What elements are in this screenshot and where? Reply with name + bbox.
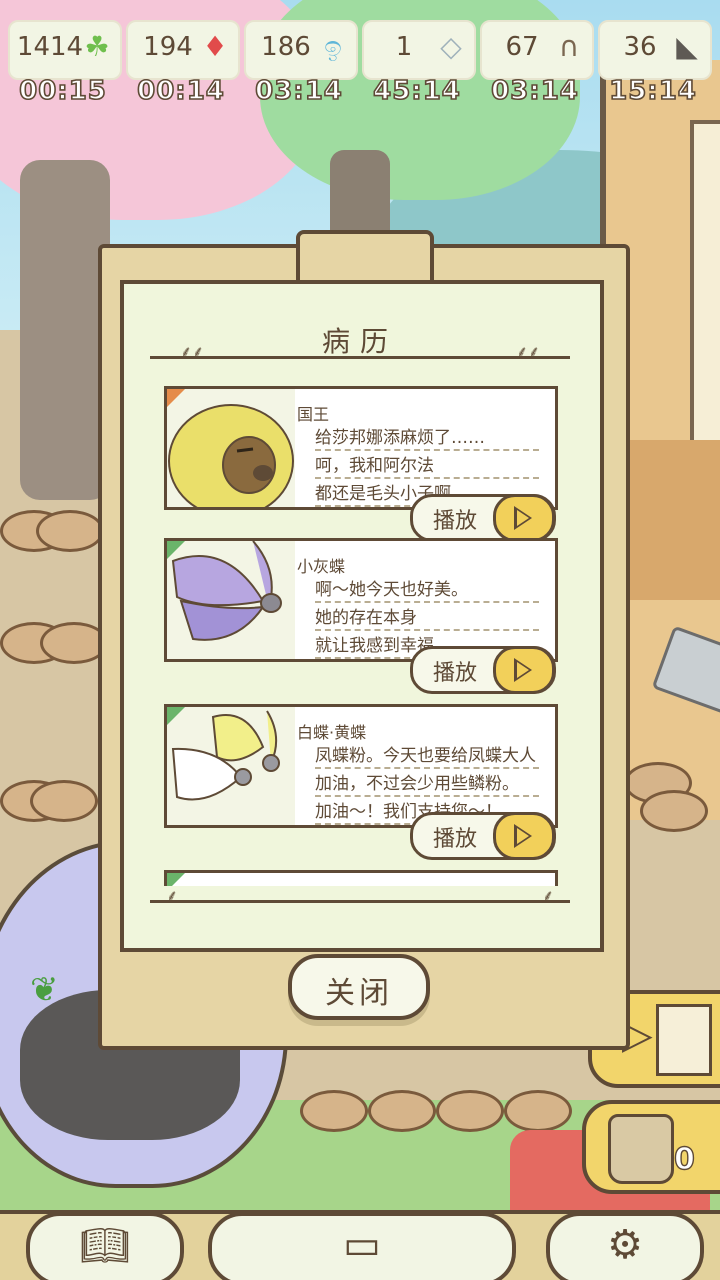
record-name: 小灰蝶 xyxy=(297,557,346,576)
sprout-icon: ⸙⸙ xyxy=(180,342,205,361)
record-card xyxy=(164,870,558,886)
record-line: 呵，我和阿尔法 xyxy=(315,453,539,479)
record-tag xyxy=(167,389,185,407)
play-icon xyxy=(493,812,555,860)
play-label: 播放 xyxy=(433,827,478,852)
play-button[interactable]: 播放 xyxy=(410,646,556,694)
play-button[interactable]: 播放 xyxy=(410,812,556,860)
records-list[interactable]: 国王 给莎邦娜添麻烦了…… 呵，我和阿尔法 都还是毛头小子啊。 播放 小灰蝶 啊… xyxy=(160,380,560,886)
close-label: 关闭 xyxy=(325,976,393,1011)
king-portrait xyxy=(167,389,295,507)
sprout-icon: ⸙⸙ xyxy=(516,342,541,361)
record-card: 国王 给莎邦娜添麻烦了…… 呵，我和阿尔法 都还是毛头小子啊。 xyxy=(164,386,558,510)
play-icon xyxy=(493,646,555,694)
close-button[interactable]: 关闭 xyxy=(288,954,430,1020)
record-line: 给莎邦娜添麻烦了…… xyxy=(315,425,539,451)
play-icon xyxy=(493,494,555,542)
record-line: 加油，不过会少用些鳞粉。 xyxy=(315,771,539,797)
record-card: 小灰蝶 啊～她今天也好美。 她的存在本身 就让我感到幸福。 xyxy=(164,538,558,662)
record-line: 凤蝶粉。今天也要给凤蝶大人 xyxy=(315,743,539,769)
play-label: 播放 xyxy=(433,661,478,686)
record-line: 她的存在本身 xyxy=(315,605,539,631)
game-scene: ❦ 1414 ☘ 00:15 194 ♦ 00:14 186 ඉ 03:14 1… xyxy=(0,0,720,1280)
record-tag xyxy=(167,707,185,725)
play-label: 播放 xyxy=(433,509,478,534)
sprout-icon: ⸙ xyxy=(166,886,179,905)
list-bottom-divider xyxy=(150,900,570,903)
white-yellow-butterflies-portrait xyxy=(167,707,295,825)
record-name: 白蝶·黄蝶 xyxy=(297,723,367,742)
record-name: 国王 xyxy=(297,405,330,424)
record-tag xyxy=(167,541,185,559)
play-button[interactable]: 播放 xyxy=(410,494,556,542)
title-divider xyxy=(150,356,570,359)
sprout-icon: ⸙ xyxy=(542,886,555,905)
gray-butterfly-portrait xyxy=(167,541,295,659)
record-card: 白蝶·黄蝶 凤蝶粉。今天也要给凤蝶大人 加油，不过会少用些鳞粉。 加油～！我们支… xyxy=(164,704,558,828)
panel-title: 病历 xyxy=(321,325,398,358)
record-line: 啊～她今天也好美。 xyxy=(315,577,539,603)
